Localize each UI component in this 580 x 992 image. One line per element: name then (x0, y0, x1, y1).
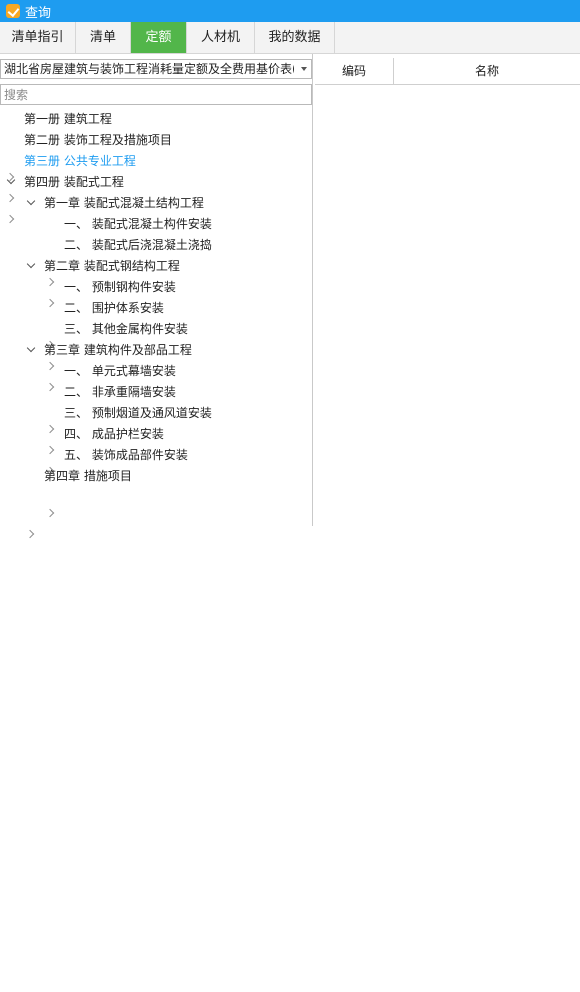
chevron-down-icon[interactable] (6, 172, 16, 193)
tree-item-label: 一、 单元式幕墙安装 (64, 364, 176, 378)
tree-item-label: 三、 预制烟道及通风道安装 (64, 406, 212, 420)
column-header-code[interactable]: 编码 (315, 58, 394, 84)
tab-quota[interactable]: 定额 (131, 22, 187, 53)
tree-item-label: 第四册 装配式工程 (24, 175, 124, 189)
tree-item-label: 第四章 措施项目 (44, 469, 132, 483)
tree-item-book-4[interactable]: 第四册 装配式工程 (24, 172, 124, 193)
tree-item-label: 四、 成品护栏安装 (64, 427, 164, 441)
tree-item-book-1[interactable]: 第一册 建筑工程 (24, 109, 112, 130)
tree-item-label: 第一册 建筑工程 (24, 112, 112, 126)
tab-bill[interactable]: 清单 (76, 22, 131, 53)
chevron-down-icon[interactable] (26, 193, 36, 214)
tree-item-label: 第三章 建筑构件及部品工程 (44, 343, 192, 357)
tree-item-chapter-4[interactable]: 第四章 措施项目 (44, 466, 132, 487)
tree-item-label: 三、 其他金属构件安装 (64, 322, 188, 336)
tree-item-chapter-2[interactable]: 第二章 装配式钢结构工程 (44, 256, 180, 277)
tree-item-label: 二、 非承重隔墙安装 (64, 385, 176, 399)
chevron-down-icon[interactable] (301, 67, 307, 71)
tree-item-section[interactable]: 一、 预制钢构件安装 (64, 277, 176, 298)
column-header-name[interactable]: 名称 (394, 58, 580, 84)
tree-item-section[interactable]: 二、 围护体系安装 (64, 298, 164, 319)
tree-item-section[interactable]: 一、 单元式幕墙安装 (64, 361, 176, 382)
results-panel: 编码 名称 (315, 58, 580, 526)
tree-item-label: 五、 装饰成品部件安装 (64, 448, 188, 462)
tree-item-label: 一、 装配式混凝土构件安装 (64, 217, 212, 231)
tree-item-section[interactable]: 二、 装配式后浇混凝土浇捣 (64, 235, 212, 256)
tree-item-section[interactable]: 二、 非承重隔墙安装 (64, 382, 176, 403)
tree-item-book-3[interactable]: 第三册 公共专业工程 (24, 151, 136, 172)
tree-item-section[interactable]: 三、 其他金属构件安装 (64, 319, 188, 340)
title-bar: 查询 (0, 0, 580, 22)
search-input[interactable] (0, 84, 312, 105)
chevron-down-icon[interactable] (26, 340, 36, 361)
tree-item-label: 第一章 装配式混凝土结构工程 (44, 196, 204, 210)
chevron-right-icon[interactable] (26, 524, 291, 992)
tree-item-label: 第二章 装配式钢结构工程 (44, 259, 180, 273)
tree-item-section[interactable]: 五、 装饰成品部件安装 (64, 445, 188, 466)
tree-item-section[interactable]: 三、 预制烟道及通风道安装 (64, 403, 212, 424)
tab-bar: 清单指引 清单 定额 人材机 我的数据 (0, 22, 580, 54)
tree-item-label: 一、 预制钢构件安装 (64, 280, 176, 294)
tree-item-label: 第二册 装饰工程及措施项目 (24, 133, 172, 147)
tree-item-label: 二、 装配式后浇混凝土浇捣 (64, 238, 212, 252)
tab-bill-guide[interactable]: 清单指引 (0, 22, 76, 53)
tree-item-chapter-1[interactable]: 第一章 装配式混凝土结构工程 (44, 193, 204, 214)
dropdown-value: 湖北省房屋建筑与装饰工程消耗量定额及全费用基价表( (4, 62, 294, 76)
app-logo-icon (6, 4, 20, 18)
window-title: 查询 (25, 5, 52, 21)
tab-my-data[interactable]: 我的数据 (255, 22, 335, 53)
tree-item-section[interactable]: 一、 装配式混凝土构件安装 (64, 214, 212, 235)
chevron-down-icon[interactable] (26, 256, 36, 277)
tree-item-chapter-3[interactable]: 第三章 建筑构件及部品工程 (44, 340, 192, 361)
table-header: 编码 名称 (315, 58, 580, 85)
tree-item-label: 第三册 公共专业工程 (24, 154, 136, 168)
tab-labor-material-machine[interactable]: 人材机 (187, 22, 255, 53)
tree-item-label: 二、 围护体系安装 (64, 301, 164, 315)
left-panel: 湖北省房屋建筑与装饰工程消耗量定额及全费用基价表( 第一册 建筑工程 第二册 装… (0, 54, 313, 526)
tree-item-section[interactable]: 四、 成品护栏安装 (64, 424, 164, 445)
quota-library-dropdown[interactable]: 湖北省房屋建筑与装饰工程消耗量定额及全费用基价表( (0, 59, 312, 79)
tree-item-book-2[interactable]: 第二册 装饰工程及措施项目 (24, 130, 172, 151)
